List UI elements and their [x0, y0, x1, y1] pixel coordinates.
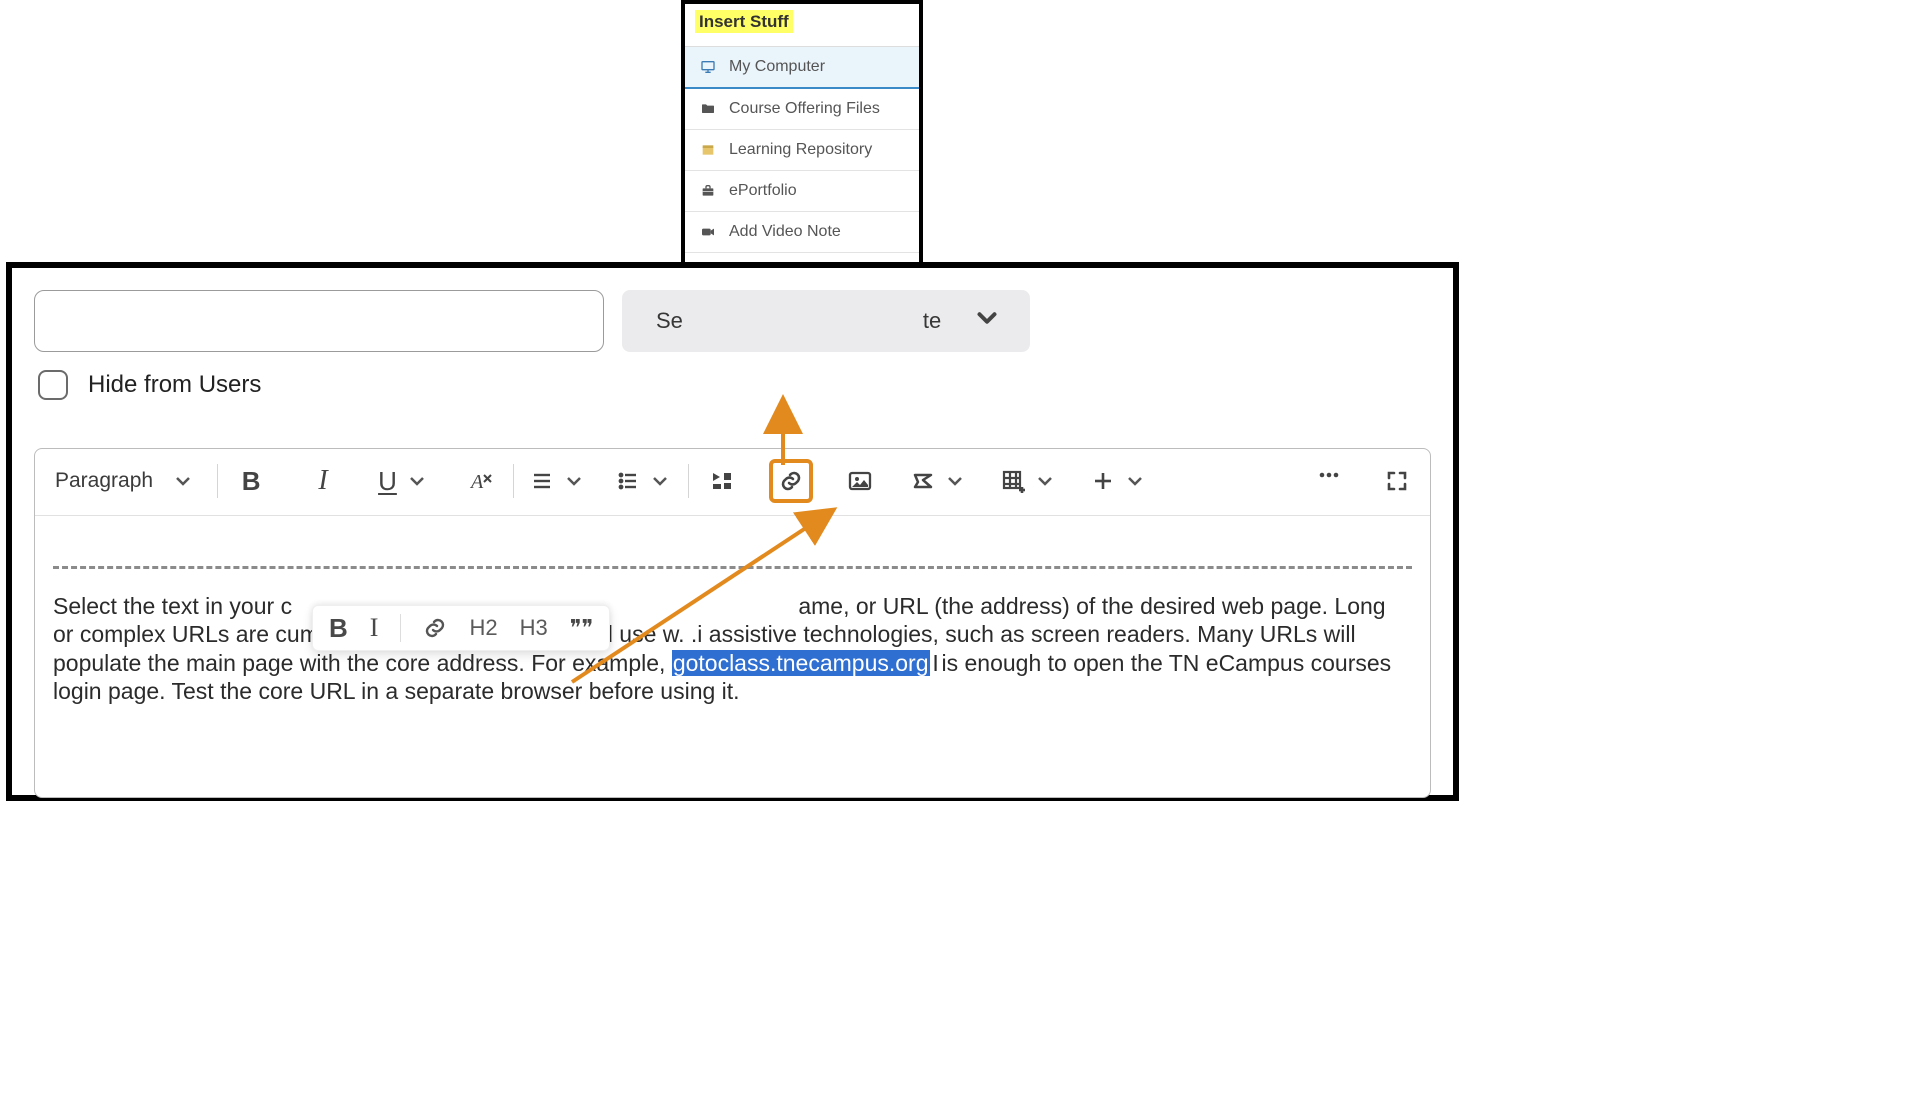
italic-button[interactable]: I	[306, 463, 340, 499]
passage-pre: Select the text in your c	[53, 593, 292, 619]
template-label-right: te	[923, 308, 941, 334]
content-editor-window: Se te Hide from Users Paragraph B I U	[6, 262, 1459, 801]
add-more-button[interactable]	[1091, 463, 1147, 499]
dashed-rule	[53, 566, 1412, 569]
paragraph-style-select[interactable]: Paragraph	[51, 463, 201, 499]
insert-stuff-list: My Computer Course Offering Files Learni…	[685, 46, 919, 293]
align-button[interactable]	[530, 463, 586, 499]
floating-format-toolbar: B I H2 H3 ❞❞	[312, 605, 610, 651]
mini-h2-button[interactable]: H2	[469, 612, 497, 644]
insert-image-button[interactable]	[843, 463, 877, 499]
toolbar-separator	[688, 464, 689, 498]
mini-link-button[interactable]	[423, 612, 447, 644]
text-cursor-icon: I	[930, 649, 942, 677]
mini-h3-button[interactable]: H3	[520, 612, 548, 644]
insert-stuff-item-add-video-note[interactable]: Add Video Note	[685, 211, 919, 252]
folder-icon	[699, 101, 717, 117]
rte-body[interactable]: Select the text in your cXXXXXXXXXXXXXXX…	[35, 516, 1430, 742]
insert-stuff-item-eportfolio[interactable]: ePortfolio	[685, 170, 919, 211]
video-icon	[699, 224, 717, 240]
insert-stuff-item-label: Add Video Note	[729, 223, 841, 241]
insert-stuff-item-my-computer[interactable]: My Computer	[685, 46, 919, 89]
rte-toolbar: Paragraph B I U A	[35, 449, 1430, 516]
hide-from-users-checkbox[interactable]	[38, 370, 68, 400]
insert-stuff-button[interactable]	[705, 463, 739, 499]
monitor-icon	[699, 59, 717, 75]
insert-stuff-item-label: ePortfolio	[729, 182, 797, 200]
title-input[interactable]	[34, 290, 604, 352]
passage-text: Select the text in your cXXXXXXXXXXXXXXX…	[53, 592, 1412, 705]
toolbar-separator	[217, 464, 218, 498]
rich-text-editor: Paragraph B I U A	[34, 448, 1431, 798]
insert-stuff-title: Insert Stuff	[695, 10, 793, 33]
chevron-down-icon	[972, 303, 1002, 339]
template-label-left: Se	[656, 308, 683, 334]
briefcase-icon	[699, 183, 717, 199]
template-select-button[interactable]: Se te	[622, 290, 1030, 352]
underline-button[interactable]: U	[378, 463, 429, 499]
selected-url-text: gotoclass.tnecampus.org	[672, 650, 930, 676]
bold-button[interactable]: B	[234, 463, 268, 499]
mini-italic-button[interactable]: I	[370, 612, 379, 644]
mini-toolbar-separator	[400, 614, 401, 642]
list-button[interactable]	[616, 463, 672, 499]
hide-from-users-row: Hide from Users	[12, 352, 1453, 400]
editor-top-row: Se te	[12, 268, 1453, 352]
equation-button[interactable]	[911, 463, 967, 499]
mini-quote-button[interactable]: ❞❞	[570, 612, 594, 644]
insert-stuff-item-course-files[interactable]: Course Offering Files	[685, 88, 919, 129]
insert-link-button[interactable]	[769, 459, 813, 503]
toolbar-separator	[513, 464, 514, 498]
insert-stuff-header: Insert Stuff	[685, 4, 919, 46]
paragraph-style-label: Paragraph	[55, 469, 153, 493]
clear-format-button[interactable]: A	[463, 463, 497, 499]
insert-stuff-item-label: Course Offering Files	[729, 100, 880, 118]
insert-stuff-item-learning-repo[interactable]: Learning Repository	[685, 129, 919, 170]
mini-bold-button[interactable]: B	[329, 612, 348, 644]
more-options-button[interactable]	[1312, 463, 1346, 499]
insert-stuff-item-label: My Computer	[729, 58, 825, 76]
svg-text:A: A	[469, 471, 484, 493]
insert-stuff-item-label: Learning Repository	[729, 141, 872, 159]
fullscreen-button[interactable]	[1380, 463, 1414, 499]
hide-from-users-label: Hide from Users	[88, 371, 261, 399]
table-button[interactable]	[1001, 463, 1057, 499]
box-icon	[699, 142, 717, 158]
